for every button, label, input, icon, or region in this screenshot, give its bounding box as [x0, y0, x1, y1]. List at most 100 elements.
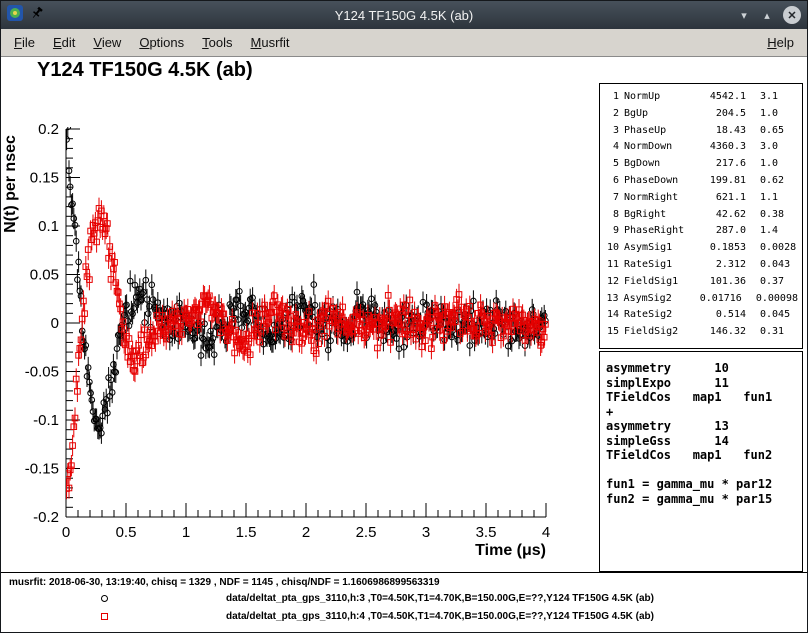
param-error: 0.0028 — [760, 240, 796, 257]
svg-text:3: 3 — [422, 524, 430, 541]
param-number: 2 — [604, 106, 619, 123]
param-number: 12 — [604, 274, 619, 291]
param-row: 6PhaseDown199.810.62 — [604, 173, 798, 190]
param-error: 0.38 — [760, 207, 784, 224]
menu-help[interactable]: Help — [758, 31, 803, 54]
status-divider — [1, 572, 807, 573]
param-row: 11RateSig12.3120.043 — [604, 257, 798, 274]
pin-icon[interactable] — [30, 6, 44, 25]
data-series-2 — [64, 198, 548, 500]
param-value: 287.0 — [698, 223, 746, 240]
circle-marker-icon — [101, 595, 108, 602]
maximize-button[interactable]: ▴ — [757, 5, 777, 25]
svg-text:0: 0 — [51, 315, 59, 332]
param-error: 0.045 — [760, 307, 790, 324]
param-value: 0.01716 — [695, 291, 742, 308]
param-name: BgDown — [624, 156, 698, 173]
param-number: 7 — [604, 190, 619, 207]
svg-text:1: 1 — [182, 524, 190, 541]
param-error: 0.65 — [760, 123, 784, 140]
theory-line: TFieldCos map1 fun1 — [606, 390, 796, 405]
param-row: 8BgRight42.620.38 — [604, 207, 798, 224]
menu-tools[interactable]: Tools — [193, 31, 241, 54]
svg-text:0: 0 — [62, 524, 70, 541]
theory-line: fun1 = gamma_mu * par12 — [606, 477, 796, 492]
param-row: 14RateSig20.5140.045 — [604, 307, 798, 324]
param-value: 4360.3 — [698, 139, 746, 156]
theory-line: simpleGss 14 — [606, 434, 796, 449]
menu-musrfit[interactable]: Musrfit — [242, 31, 299, 54]
param-number: 4 — [604, 139, 619, 156]
param-error: 1.0 — [760, 156, 778, 173]
param-value: 204.5 — [698, 106, 746, 123]
close-button[interactable]: ✕ — [783, 6, 801, 24]
page-title: Y124 TF150G 4.5K (ab) — [37, 59, 253, 82]
param-name: AsymSig1 — [624, 240, 698, 257]
svg-text:2.5: 2.5 — [356, 524, 377, 541]
legend-entry: data/deltat_pta_gps_3110,h:3 ,T0=4.50K,T… — [101, 593, 654, 604]
theory-line: TFieldCos map1 fun2 — [606, 448, 796, 463]
param-value: 146.32 — [698, 324, 746, 341]
param-error: 0.043 — [760, 257, 790, 274]
svg-text:Time (μs): Time (μs) — [475, 542, 546, 559]
param-number: 15 — [604, 324, 619, 341]
svg-text:-0.2: -0.2 — [33, 509, 59, 526]
svg-text:0.1: 0.1 — [38, 218, 59, 235]
param-value: 0.1853 — [698, 240, 746, 257]
param-row: 12 FieldSig1101.36 0.37 — [604, 274, 798, 291]
param-name: NormDown — [624, 139, 698, 156]
param-name: BgRight — [624, 207, 698, 224]
param-error: 0.31 — [760, 324, 784, 341]
param-name: AsymSig2 — [624, 291, 696, 308]
param-name: FieldSig1 — [624, 274, 698, 291]
param-row: 9PhaseRight287.01.4 — [604, 223, 798, 240]
param-row: 10 AsymSig10.1853 0.0028 — [604, 240, 798, 257]
menu-edit[interactable]: Edit — [44, 31, 84, 54]
svg-text:0.15: 0.15 — [30, 170, 59, 187]
param-name: BgUp — [624, 106, 698, 123]
theory-line: + — [606, 405, 796, 420]
param-number: 6 — [604, 173, 619, 190]
param-name: NormRight — [624, 190, 698, 207]
parameter-table: 1NormUp4542.13.1 2 BgUp204.5 1.0 3PhaseUp1… — [599, 83, 803, 349]
menu-file[interactable]: File — [5, 31, 44, 54]
menu-view[interactable]: View — [84, 31, 130, 54]
param-error: 0.37 — [760, 274, 784, 291]
svg-text:-0.1: -0.1 — [33, 412, 59, 429]
data-series-1 — [64, 116, 548, 444]
param-number: 10 — [604, 240, 619, 257]
param-error: 3.1 — [760, 89, 778, 106]
param-row: 1NormUp4542.13.1 — [604, 89, 798, 106]
param-row: 3PhaseUp18.430.65 — [604, 123, 798, 140]
svg-text:-0.15: -0.15 — [25, 461, 59, 478]
legend-entry: data/deltat_pta_gps_3110,h:4 ,T0=4.50K,T… — [101, 611, 654, 622]
fit-status-line: musrfit: 2018-06-30, 13:19:40, chisq = 1… — [9, 577, 440, 588]
param-number: 9 — [604, 223, 619, 240]
param-number: 8 — [604, 207, 619, 224]
svg-text:2: 2 — [302, 524, 310, 541]
window-title: Y124 TF150G 4.5K (ab) — [127, 8, 681, 23]
param-error: 1.1 — [760, 190, 778, 207]
theory-line: asymmetry 13 — [606, 419, 796, 434]
param-number: 5 — [604, 156, 619, 173]
main-canvas: Y124 TF150G 4.5K (ab) -0.2-0.15-0.1-0.05… — [1, 57, 807, 633]
param-row: 5 BgDown217.6 1.0 — [604, 156, 798, 173]
theory-line: fun2 = gamma_mu * par15 — [606, 492, 796, 507]
param-number: 11 — [604, 257, 619, 274]
legend-label: data/deltat_pta_gps_3110,h:4 ,T0=4.50K,T… — [226, 611, 654, 622]
title-bar[interactable]: Y124 TF150G 4.5K (ab) ▾ ▴ ✕ — [1, 1, 807, 29]
square-marker-icon — [101, 613, 108, 620]
minimize-button[interactable]: ▾ — [734, 5, 754, 25]
param-row: 15FieldSig2146.320.31 — [604, 324, 798, 341]
menu-options[interactable]: Options — [130, 31, 193, 54]
theory-line: asymmetry 10 — [606, 361, 796, 376]
svg-text:1.5: 1.5 — [236, 524, 257, 541]
param-value: 217.6 — [698, 156, 746, 173]
param-value: 199.81 — [698, 173, 746, 190]
svg-text:4: 4 — [542, 524, 550, 541]
plot-canvas: -0.2-0.15-0.1-0.0500.050.10.150.200.511.… — [1, 109, 576, 569]
param-name: RateSig2 — [624, 307, 698, 324]
param-row: 4NormDown4360.33.0 — [604, 139, 798, 156]
param-value: 101.36 — [698, 274, 746, 291]
param-value: 2.312 — [698, 257, 746, 274]
